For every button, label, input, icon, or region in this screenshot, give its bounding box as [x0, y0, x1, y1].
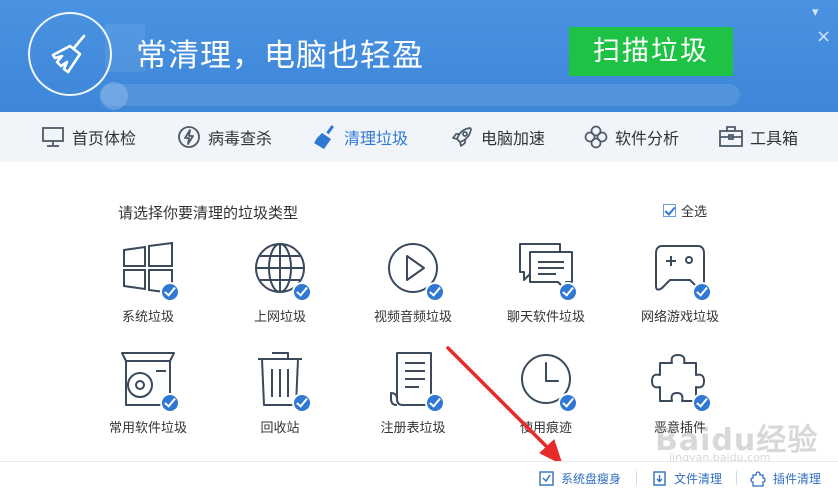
- baidu-watermark: Baidu经验 jingyan.baidu.com: [655, 415, 830, 465]
- nav-item-label: 清理垃圾: [344, 129, 409, 148]
- nav-item-label: 软件分析: [615, 129, 680, 148]
- nav-item-cleanup[interactable]: 清理垃圾: [312, 112, 408, 162]
- header-banner: 常清理，电脑也轻盈 扫描垃圾 ▾ ×: [0, 0, 838, 112]
- scan-junk-button[interactable]: 扫描垃圾: [569, 27, 733, 76]
- system-disk-slim-link[interactable]: 系统盘瘦身: [538, 470, 621, 487]
- footer-link-label: 文件清理: [674, 472, 723, 486]
- nav-item-software[interactable]: 软件分析: [583, 112, 679, 162]
- nav-item-label: 电脑加速: [481, 129, 546, 148]
- minimize-icon[interactable]: ▾: [812, 6, 819, 19]
- nav-item-speedup[interactable]: 电脑加速: [449, 112, 545, 162]
- footer-divider: [636, 471, 637, 485]
- checked-icon: [692, 282, 712, 302]
- tile-label: 聊天软件垃圾: [506, 310, 585, 325]
- cleanup-prompt: 请选择你要清理的垃圾类型: [118, 204, 299, 222]
- broom-icon: [312, 124, 338, 150]
- checked-icon: [292, 282, 312, 302]
- junk-type-game[interactable]: 网络游戏垃圾: [630, 238, 730, 328]
- junk-type-software[interactable]: 常用软件垃圾: [98, 349, 198, 439]
- lightning-shield-icon: [176, 124, 202, 150]
- footer-divider: [736, 471, 737, 485]
- nav-item-toolbox[interactable]: 工具箱: [718, 112, 798, 162]
- plugin-cleanup-link[interactable]: 插件清理: [750, 470, 821, 487]
- annotation-arrow-icon: [446, 346, 563, 465]
- broom-logo: [28, 12, 112, 96]
- tile-label: 常用软件垃圾: [108, 421, 187, 436]
- window: { "theme": { "header_blue": "#4a93e2", "…: [0, 0, 838, 492]
- close-icon[interactable]: ×: [816, 28, 831, 46]
- checked-icon: [160, 393, 180, 413]
- tile-label: 上网垃圾: [253, 310, 306, 325]
- checked-icon: [692, 393, 712, 413]
- nav-item-label: 病毒查杀: [208, 129, 273, 148]
- checked-icon: [425, 282, 445, 302]
- tile-label: 视频音频垃圾: [373, 310, 452, 325]
- junk-type-media[interactable]: 视频音频垃圾: [363, 238, 463, 328]
- file-cleanup-link[interactable]: 文件清理: [651, 470, 722, 487]
- junk-type-internet[interactable]: 上网垃圾: [230, 238, 330, 328]
- nav-item-home[interactable]: 首页体检: [40, 112, 136, 162]
- checked-icon: [558, 282, 578, 302]
- junk-type-recycle-bin[interactable]: 回收站: [230, 349, 330, 439]
- header-decoration-row: [100, 84, 740, 106]
- tile-label: 网络游戏垃圾: [640, 310, 719, 325]
- select-all-label: 全选: [681, 205, 708, 220]
- tile-label: 回收站: [260, 421, 300, 436]
- header-slogan: 常清理，电脑也轻盈: [136, 38, 424, 74]
- junk-type-system[interactable]: 系统垃圾: [98, 238, 198, 328]
- footer-toolbar: 系统盘瘦身 文件清理 插件清理: [0, 461, 838, 492]
- checked-icon: [292, 393, 312, 413]
- checkbox-icon: [663, 204, 676, 217]
- select-all-checkbox[interactable]: 全选: [663, 201, 707, 220]
- footer-link-label: 插件清理: [773, 472, 822, 486]
- main-nav: 首页体检 病毒查杀 清理垃圾 电脑加速 软件分析 工具箱: [0, 112, 838, 162]
- flower-icon: [583, 124, 609, 150]
- toolbox-icon: [718, 124, 744, 150]
- nav-item-antivirus[interactable]: 病毒查杀: [176, 112, 272, 162]
- file-download-icon: [651, 471, 667, 487]
- rocket-icon: [449, 124, 475, 150]
- puzzle-small-icon: [750, 470, 766, 487]
- monitor-icon: [40, 124, 66, 150]
- disk-check-icon: [538, 471, 554, 487]
- junk-type-chat[interactable]: 聊天软件垃圾: [496, 238, 596, 328]
- checked-icon: [160, 282, 180, 302]
- nav-item-label: 首页体检: [72, 129, 137, 148]
- footer-link-label: 系统盘瘦身: [561, 472, 622, 486]
- tile-label: 系统垃圾: [121, 310, 174, 325]
- broom-icon: [51, 34, 86, 74]
- nav-item-label: 工具箱: [750, 129, 799, 148]
